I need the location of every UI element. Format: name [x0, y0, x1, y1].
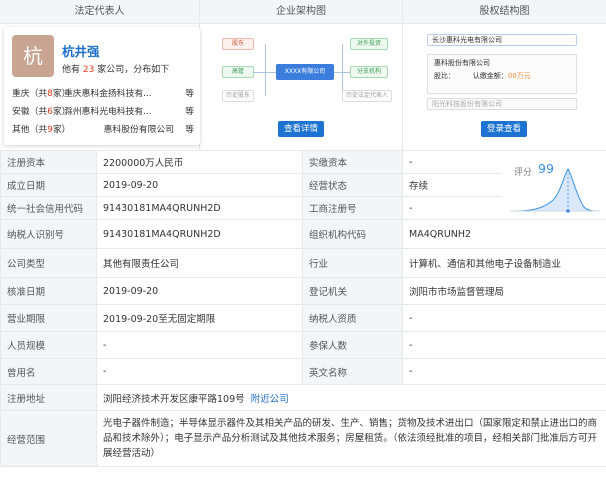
- exec-node: 高管: [222, 66, 254, 78]
- region-label: 安徽（共6家）: [12, 107, 71, 117]
- org-code-label: 组织机构代码: [302, 219, 403, 249]
- table-row: 曾用名 - 英文名称 -: [0, 358, 606, 385]
- company-count: 23: [82, 65, 95, 75]
- equity-diagram: 长沙惠科光电有限公司 惠科股份有限公司 股比： 认缴金额：00万元 阳光科技股份…: [419, 32, 597, 116]
- region-label: 其他（共9家）: [12, 125, 71, 135]
- scope-label: 经营范围: [0, 410, 97, 467]
- table-row: 注册地址 浏阳经济技术开发区康平路109号 附近公司: [0, 384, 606, 411]
- connector: [265, 44, 266, 96]
- scope-value: 光电子器件制造；半导体显示器件及其相关产品的研发、生产、销售；货物及技术进出口（…: [96, 410, 606, 467]
- former-name-label: 曾用名: [0, 358, 97, 385]
- region-label: 重庆（共8家）: [12, 89, 71, 99]
- login-view-button[interactable]: 登录查看: [481, 121, 528, 137]
- avatar: 杭: [12, 35, 54, 77]
- nearby-companies-link[interactable]: 附近公司: [251, 394, 289, 405]
- history-rep-node: 历史法定代表人: [342, 90, 392, 102]
- score-widget: 评分 99: [502, 151, 606, 219]
- company-link[interactable]: 惠科股份有限公司: [64, 121, 174, 139]
- list-item: 重庆（共8家） 重庆惠科金扬科技有... 等: [8, 85, 196, 103]
- staff-value: -: [96, 331, 303, 359]
- table-row: 核准日期 2019-09-20 登记机关 浏阳市市场监督管理局: [0, 277, 606, 305]
- est-date-label: 成立日期: [0, 173, 97, 197]
- status-label: 经营状态: [302, 173, 403, 197]
- more-label: 等: [185, 125, 194, 135]
- reg-capital-label: 注册资本: [0, 150, 97, 174]
- est-date-value: 2019-09-20: [96, 173, 303, 197]
- reg-authority-label: 登记机关: [302, 277, 403, 305]
- approve-date-value: 2019-09-20: [96, 277, 303, 305]
- biz-term-label: 营业期限: [0, 304, 97, 332]
- summary-prefix: 他有: [62, 65, 81, 75]
- industry-label: 行业: [302, 248, 403, 278]
- reg-authority-value: 浏阳市市场监督管理局: [402, 277, 606, 305]
- equity-holder-panel: 惠科股份有限公司 股比： 认缴金额：00万元: [427, 54, 577, 94]
- holder-detail: 股比： 认缴金额：00万元: [434, 72, 531, 80]
- legal-rep-card: 杭 杭井强 他有 23 家公司，分布如下 重庆（共8家） 重庆惠科金扬科技有..…: [4, 27, 200, 145]
- view-details-button[interactable]: 查看详情: [278, 121, 325, 137]
- company-type-label: 公司类型: [0, 248, 97, 278]
- investment-node: 对外投资: [350, 38, 388, 50]
- org-chart-column: 企业架构图 股东 高管 历史股东 XXXX有限公司 对外投资 分支机构 历史法定…: [200, 0, 403, 150]
- taxpayer-id-label: 纳税人识别号: [0, 219, 97, 249]
- reg-capital-value: 2200000万人民币: [96, 150, 303, 174]
- address-label: 注册地址: [0, 384, 97, 411]
- more-label: 等: [185, 107, 194, 117]
- staff-label: 人员规模: [0, 331, 97, 359]
- en-name-value: -: [402, 358, 606, 385]
- equity-header: 股权结构图: [403, 0, 606, 24]
- curve-area: [512, 169, 598, 211]
- org-chart-header: 企业架构图: [200, 0, 402, 24]
- table-row: 营业期限 2019-09-20至无固定期限 纳税人资质 -: [0, 304, 606, 332]
- biz-reg-no-label: 工商注册号: [302, 196, 403, 220]
- approve-date-label: 核准日期: [0, 277, 97, 305]
- legal-rep-header: 法定代表人: [0, 0, 199, 24]
- legal-rep-summary: 他有 23 家公司，分布如下: [62, 62, 169, 75]
- en-name-label: 英文名称: [302, 358, 403, 385]
- biz-term-value: 2019-09-20至无固定期限: [96, 304, 303, 332]
- main-company-node: XXXX有限公司: [276, 64, 334, 80]
- credit-code-label: 统一社会信用代码: [0, 196, 97, 220]
- branch-node: 分支机构: [350, 66, 388, 78]
- paid-capital-label: 实缴资本: [302, 150, 403, 174]
- list-item: 其他（共9家） 惠科股份有限公司 等: [8, 121, 196, 139]
- former-name-value: -: [96, 358, 303, 385]
- legal-rep-column: 法定代表人 杭 杭井强 他有 23 家公司，分布如下 重庆（共8家） 重庆惠科金…: [0, 0, 200, 150]
- org-chart-diagram: 股东 高管 历史股东 XXXX有限公司 对外投资 分支机构 历史法定代表人: [210, 30, 393, 118]
- equity-bottom-company: 阳光科技股份有限公司: [427, 98, 577, 110]
- table-row: 经营范围 光电子器件制造；半导体显示器件及其相关产品的研发、生产、销售；货物及技…: [0, 410, 606, 467]
- score-distribution-curve: [510, 168, 600, 213]
- more-label: 等: [185, 89, 194, 99]
- credit-code-value: 91430181MA4QRUNH2D: [96, 196, 303, 220]
- equity-top-company: 长沙惠科光电有限公司: [427, 34, 577, 46]
- legal-rep-name[interactable]: 杭井强: [62, 41, 100, 60]
- table-row: 纳税人识别号 91430181MA4QRUNH2D 组织机构代码 MA4QRUN…: [0, 219, 606, 249]
- table-row: 公司类型 其他有限责任公司 行业 计算机、通信和其他电子设备制造业: [0, 248, 606, 278]
- insured-label: 参保人数: [302, 331, 403, 359]
- holder-name: 惠科股份有限公司: [434, 59, 490, 67]
- table-row: 人员规模 - 参保人数 -: [0, 331, 606, 359]
- company-link[interactable]: 重庆惠科金扬科技有...: [64, 85, 174, 103]
- company-link[interactable]: 滁州惠科光电科技有...: [64, 103, 174, 121]
- list-item: 安徽（共6家） 滁州惠科光电科技有... 等: [8, 103, 196, 121]
- industry-value: 计算机、通信和其他电子设备制造业: [402, 248, 606, 278]
- taxpayer-qual-value: -: [402, 304, 606, 332]
- insured-value: -: [402, 331, 606, 359]
- score-marker-dot: [566, 209, 570, 213]
- org-code-value: MA4QRUNH2: [402, 219, 606, 249]
- top-panels: 法定代表人 杭 杭井强 他有 23 家公司，分布如下 重庆（共8家） 重庆惠科金…: [0, 0, 606, 150]
- connector: [342, 44, 343, 96]
- address-value: 浏阳经济技术开发区康平路109号: [103, 393, 245, 405]
- company-type-value: 其他有限责任公司: [96, 248, 303, 278]
- equity-column: 股权结构图 长沙惠科光电有限公司 惠科股份有限公司 股比： 认缴金额：00万元 …: [403, 0, 606, 150]
- taxpayer-id-value: 91430181MA4QRUNH2D: [96, 219, 303, 249]
- history-shareholder-node: 历史股东: [222, 90, 254, 102]
- legal-rep-company-list: 重庆（共8家） 重庆惠科金扬科技有... 等 安徽（共6家） 滁州惠科光电科技有…: [8, 85, 196, 139]
- address-cell: 浏阳经济技术开发区康平路109号 附近公司: [96, 384, 606, 411]
- taxpayer-qual-label: 纳税人资质: [302, 304, 403, 332]
- shareholder-node: 股东: [222, 38, 254, 50]
- summary-suffix: 家公司，分布如下: [97, 65, 170, 75]
